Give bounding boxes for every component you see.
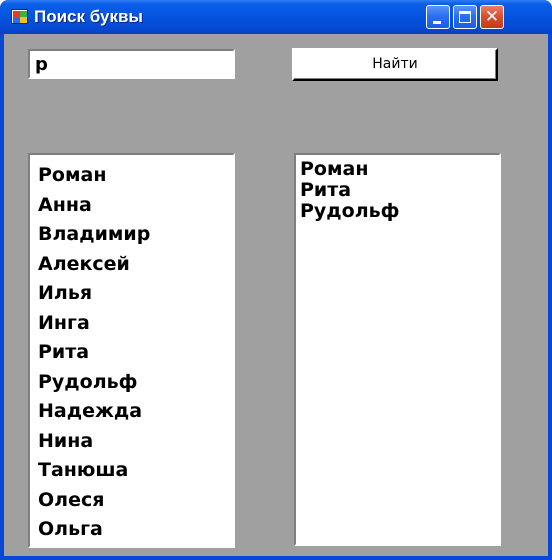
close-button[interactable]: ✕ — [480, 5, 504, 29]
window-title: Поиск буквы — [34, 7, 143, 26]
list-item[interactable]: Олеся — [38, 486, 233, 516]
list-item[interactable]: Роман — [300, 159, 499, 180]
list-item[interactable]: Инга — [38, 309, 233, 339]
list-item[interactable]: Рудольф — [38, 368, 233, 398]
list-item[interactable]: Роман — [38, 161, 233, 191]
list-item[interactable]: Владимир — [38, 220, 233, 250]
results-listbox[interactable]: Роман Рита Рудольф — [294, 153, 501, 546]
app-icon[interactable] — [11, 9, 28, 24]
list-item[interactable]: Илья — [38, 279, 233, 309]
list-item[interactable]: Нина — [38, 427, 233, 457]
list-item[interactable]: Надежда — [38, 397, 233, 427]
close-icon: ✕ — [484, 7, 500, 27]
maximize-button[interactable] — [453, 5, 477, 29]
search-letter-input[interactable] — [28, 49, 235, 79]
app-window: Поиск буквы ✕ Найти РоманАннаВладимирАле… — [0, 0, 552, 560]
list-item[interactable]: Алексей — [38, 250, 233, 280]
list-item[interactable]: Танюша — [38, 456, 233, 486]
list-item[interactable]: Ольга — [38, 515, 233, 545]
list-item[interactable]: Рита — [300, 180, 499, 201]
minimize-button[interactable] — [426, 5, 450, 29]
title-bar[interactable]: Поиск буквы ✕ — [0, 0, 552, 34]
maximize-icon — [459, 11, 471, 23]
minimize-icon — [433, 21, 441, 24]
find-button[interactable]: Найти — [292, 48, 498, 81]
list-item[interactable]: Рудольф — [300, 201, 499, 222]
names-listbox[interactable]: Роман Анна Владимир Алексей Илья Инга Рита Рудо… — [28, 153, 235, 548]
list-item[interactable]: Анна — [38, 191, 233, 221]
list-item[interactable]: Рита — [38, 338, 233, 368]
